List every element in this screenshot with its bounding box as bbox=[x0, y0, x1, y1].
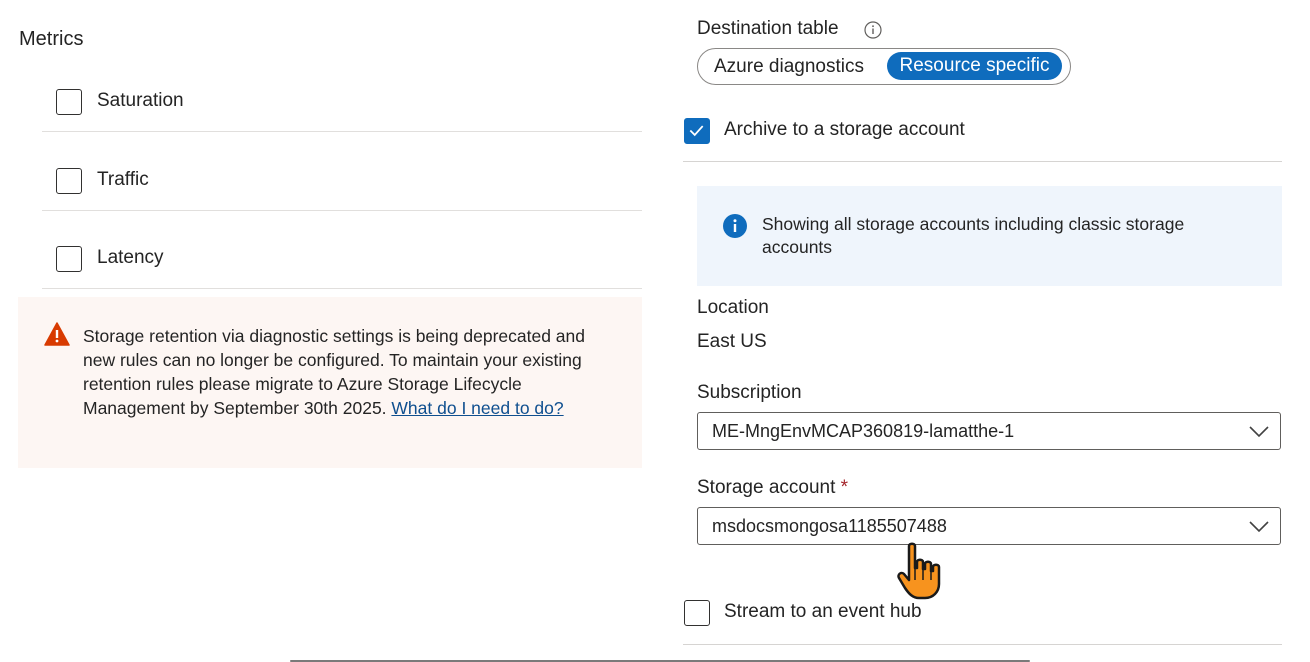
stream-event-hub-checkbox[interactable] bbox=[684, 600, 710, 626]
latency-label: Latency bbox=[97, 247, 164, 268]
saturation-label: Saturation bbox=[97, 90, 184, 111]
required-marker: * bbox=[840, 477, 849, 498]
destination-table-toggle: Azure diagnostics Resource specific bbox=[697, 48, 1071, 85]
metrics-section-title: Metrics bbox=[19, 28, 84, 50]
retention-warning-banner: Storage retention via diagnostic setting… bbox=[18, 297, 642, 468]
info-circle-icon[interactable] bbox=[864, 21, 882, 39]
storage-account-value: msdocsmongosa1185507488 bbox=[712, 516, 947, 536]
storage-account-label-text: Storage account bbox=[697, 477, 836, 498]
latency-checkbox[interactable] bbox=[56, 246, 82, 272]
storage-info-banner: Showing all storage accounts including c… bbox=[697, 186, 1282, 286]
azure-diagnostics-option[interactable]: Azure diagnostics bbox=[714, 56, 864, 78]
warning-message: Storage retention via diagnostic setting… bbox=[83, 324, 603, 420]
chevron-down-icon bbox=[1249, 521, 1269, 533]
storage-account-dropdown[interactable]: msdocsmongosa1185507488 bbox=[697, 507, 1281, 545]
saturation-checkbox[interactable] bbox=[56, 89, 82, 115]
metric-row-saturation: Saturation bbox=[42, 53, 642, 132]
location-label: Location bbox=[697, 297, 769, 318]
warning-icon bbox=[44, 322, 70, 346]
resource-specific-option[interactable]: Resource specific bbox=[887, 52, 1062, 80]
archive-storage-label: Archive to a storage account bbox=[724, 119, 965, 140]
subscription-label: Subscription bbox=[697, 382, 802, 403]
info-filled-icon bbox=[723, 214, 747, 238]
location-value: East US bbox=[697, 331, 767, 352]
chevron-down-icon bbox=[1249, 426, 1269, 438]
storage-account-label: Storage account * bbox=[697, 477, 848, 499]
section-divider bbox=[683, 644, 1282, 645]
hand-pointer-cursor-icon bbox=[897, 542, 941, 600]
subscription-value: ME-MngEnvMCAP360819-lamatthe-1 bbox=[712, 421, 1015, 441]
subscription-dropdown[interactable]: ME-MngEnvMCAP360819-lamatthe-1 bbox=[697, 412, 1281, 450]
info-message: Showing all storage accounts including c… bbox=[762, 214, 1185, 257]
stream-event-hub-label: Stream to an event hub bbox=[724, 601, 922, 622]
traffic-label: Traffic bbox=[97, 169, 149, 190]
metric-row-traffic: Traffic bbox=[42, 132, 642, 211]
what-do-i-need-to-do-link[interactable]: What do I need to do? bbox=[391, 398, 563, 418]
metric-row-latency: Latency bbox=[42, 210, 642, 289]
section-divider bbox=[683, 161, 1282, 162]
archive-storage-checkbox[interactable] bbox=[684, 118, 710, 144]
checkmark-icon bbox=[689, 125, 704, 137]
traffic-checkbox[interactable] bbox=[56, 168, 82, 194]
destination-table-label: Destination table bbox=[697, 18, 839, 39]
